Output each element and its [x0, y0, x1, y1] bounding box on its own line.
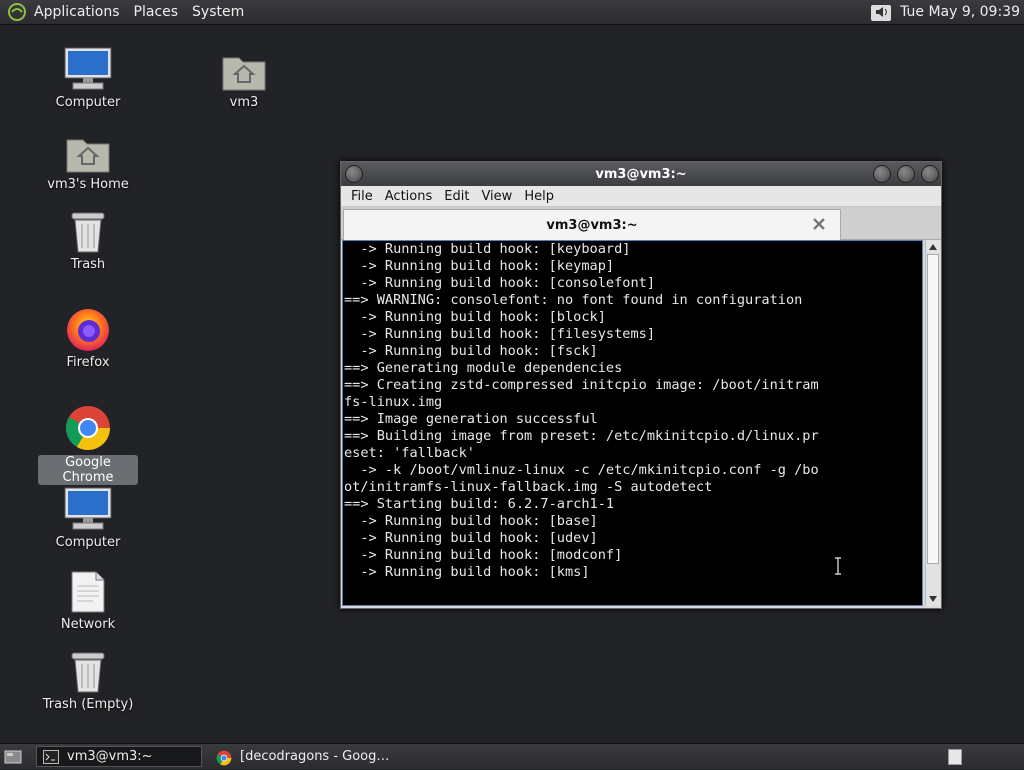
taskbar-item-chrome[interactable]: [decodragons - Goog… [210, 746, 395, 767]
desktop-icon-firefox[interactable]: Firefox [38, 306, 138, 370]
computer-icon [62, 46, 114, 92]
volume-icon[interactable] [868, 1, 894, 23]
desktop-icon-computer[interactable]: Computer [38, 46, 138, 110]
menu-actions[interactable]: Actions [385, 189, 433, 204]
menu-edit[interactable]: Edit [444, 189, 469, 204]
maximize-button[interactable] [897, 165, 915, 183]
chrome-icon [62, 406, 114, 452]
home-folder-icon [218, 46, 270, 92]
tab-close-icon[interactable] [812, 217, 826, 231]
minimize-button[interactable] [873, 165, 891, 183]
scroll-down-icon[interactable] [926, 592, 940, 606]
computer-icon [62, 486, 114, 532]
window-titlebar[interactable]: vm3@vm3:~ [341, 162, 941, 186]
desktop-icon-vm3s-home[interactable]: vm3's Home [38, 128, 138, 192]
clock[interactable]: Tue May 9, 09:39 [900, 4, 1020, 20]
scroll-thumb[interactable] [927, 254, 939, 564]
menu-file[interactable]: File [351, 189, 373, 204]
terminal-tabbar: vm3@vm3:~ [341, 207, 941, 240]
menu-view[interactable]: View [481, 189, 512, 204]
terminal-menubar: File Actions Edit View Help [341, 186, 941, 207]
top-panel: Applications Places System Tue May 9, 09… [0, 0, 1024, 25]
text-cursor-icon [834, 557, 842, 575]
terminal-output: -> Running build hook: [keyboard] -> Run… [344, 241, 819, 580]
desktop-icon-trash[interactable]: Trash [38, 208, 138, 272]
document-icon [62, 568, 114, 614]
workspace-switcher[interactable] [948, 748, 962, 765]
terminal-window: vm3@vm3:~ File Actions Edit View Help vm… [340, 161, 942, 609]
terminal-output-area[interactable]: -> Running build hook: [keyboard] -> Run… [342, 240, 923, 606]
terminal-icon [43, 749, 59, 764]
desktop-icon-vm3[interactable]: vm3 [194, 46, 294, 110]
tab-title: vm3@vm3:~ [546, 217, 638, 233]
applications-menu[interactable]: Applications [34, 4, 120, 20]
chrome-icon [216, 750, 232, 765]
trash-icon [62, 648, 114, 694]
desktop-icon-trash-empty[interactable]: Trash (Empty) [38, 648, 138, 712]
desktop-icon-computer-2[interactable]: Computer [38, 486, 138, 550]
distro-logo-icon[interactable] [6, 1, 28, 23]
terminal-tab[interactable]: vm3@vm3:~ [343, 209, 841, 240]
terminal-scrollbar[interactable] [925, 240, 940, 606]
trash-icon [62, 208, 114, 254]
taskbar-item-terminal[interactable]: vm3@vm3:~ [36, 746, 202, 767]
taskbar-item-label: [decodragons - Goog… [240, 749, 390, 764]
firefox-icon [62, 306, 114, 352]
taskbar-item-label: vm3@vm3:~ [67, 749, 153, 764]
desktop-icon-google-chrome[interactable]: Google Chrome [38, 406, 138, 485]
menu-help[interactable]: Help [524, 189, 554, 204]
system-menu[interactable]: System [192, 4, 244, 20]
scroll-up-icon[interactable] [926, 240, 940, 254]
desktop-icon-network[interactable]: Network [38, 568, 138, 632]
close-button[interactable] [921, 165, 939, 183]
bottom-panel: vm3@vm3:~ [decodragons - Goog… [0, 743, 1024, 769]
window-title: vm3@vm3:~ [595, 166, 687, 182]
home-folder-icon [62, 128, 114, 174]
places-menu[interactable]: Places [134, 4, 179, 20]
show-desktop-icon[interactable] [2, 747, 24, 767]
